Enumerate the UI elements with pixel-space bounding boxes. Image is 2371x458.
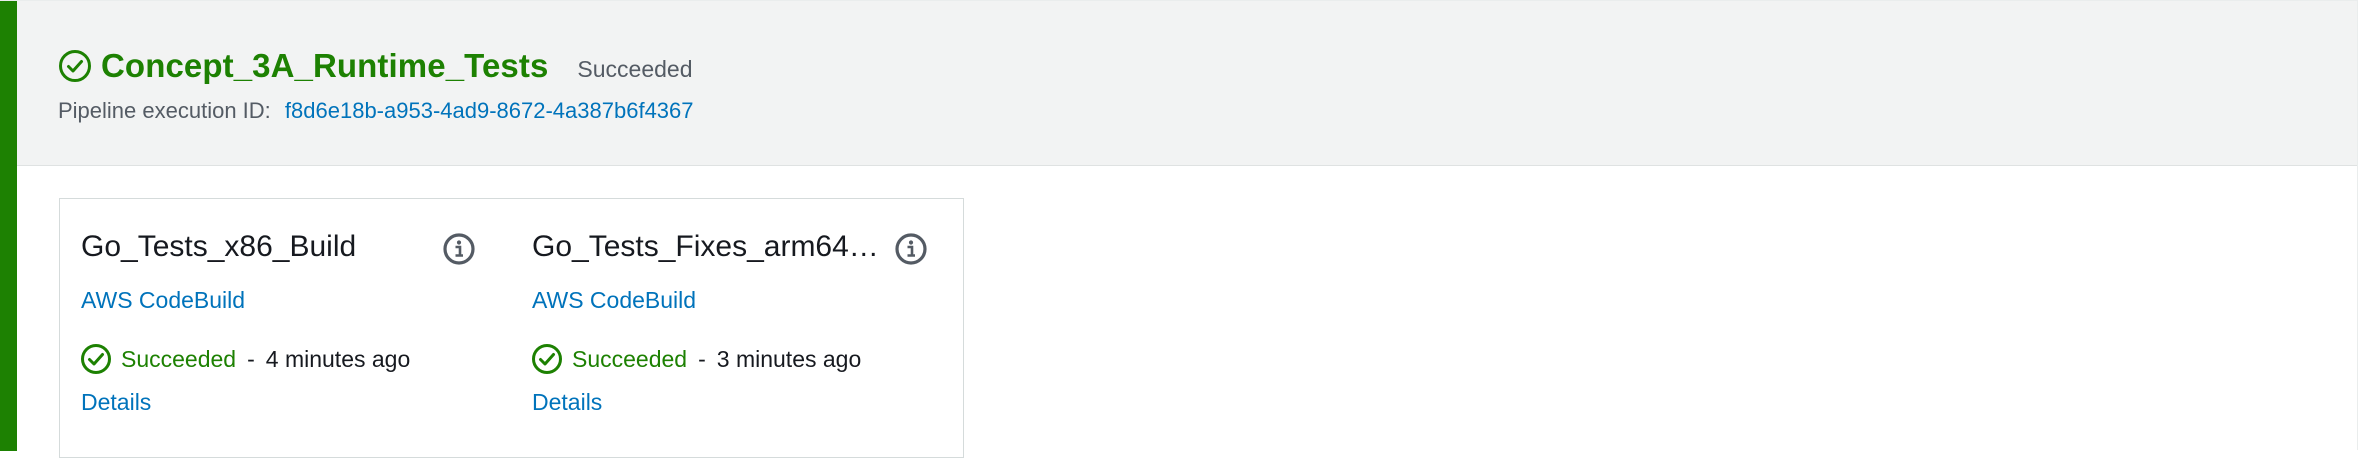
- action-card: Go_Tests_Fixes_arm64… AWS CodeBuild Succ…: [511, 198, 964, 458]
- check-circle-icon: [532, 344, 562, 374]
- action-card: Go_Tests_x86_Build AWS CodeBuild Succeed…: [59, 198, 512, 458]
- action-status-row: Succeeded - 4 minutes ago: [80, 343, 410, 375]
- details-link[interactable]: Details: [532, 389, 602, 416]
- stage-actions-area: Go_Tests_x86_Build AWS CodeBuild Succeed…: [17, 166, 2357, 458]
- action-time: 3 minutes ago: [716, 345, 862, 372]
- execution-id-row: Pipeline execution ID: f8d6e18b-a953-4ad…: [58, 98, 694, 124]
- stage-title-row: Concept_3A_Runtime_Tests Succeeded: [58, 47, 693, 85]
- action-status-row: Succeeded - 3 minutes ago: [531, 343, 861, 375]
- execution-id-label: Pipeline execution ID:: [58, 98, 271, 123]
- status-separator: -: [247, 345, 255, 372]
- execution-id-link[interactable]: f8d6e18b-a953-4ad9-8672-4a387b6f4367: [285, 98, 694, 123]
- action-name: Go_Tests_Fixes_arm64…: [532, 230, 879, 263]
- check-circle-icon: [81, 344, 111, 374]
- provider-link[interactable]: AWS CodeBuild: [532, 287, 696, 314]
- stage-header: Concept_3A_Runtime_Tests Succeeded Pipel…: [17, 1, 2357, 166]
- stage-status-text: Succeeded: [577, 55, 693, 82]
- info-icon[interactable]: [894, 232, 928, 266]
- stage-title: Concept_3A_Runtime_Tests: [101, 47, 549, 84]
- action-status-text: Succeeded: [572, 345, 688, 372]
- action-time: 4 minutes ago: [265, 345, 411, 372]
- action-name: Go_Tests_x86_Build: [81, 230, 357, 263]
- info-icon[interactable]: [442, 232, 476, 266]
- status-separator: -: [698, 345, 706, 372]
- check-circle-icon: [59, 50, 91, 82]
- action-status-text: Succeeded: [121, 345, 237, 372]
- stage-status-bar: [0, 1, 17, 451]
- details-link[interactable]: Details: [81, 389, 151, 416]
- pipeline-stage-panel: Concept_3A_Runtime_Tests Succeeded Pipel…: [0, 0, 2358, 458]
- provider-link[interactable]: AWS CodeBuild: [81, 287, 245, 314]
